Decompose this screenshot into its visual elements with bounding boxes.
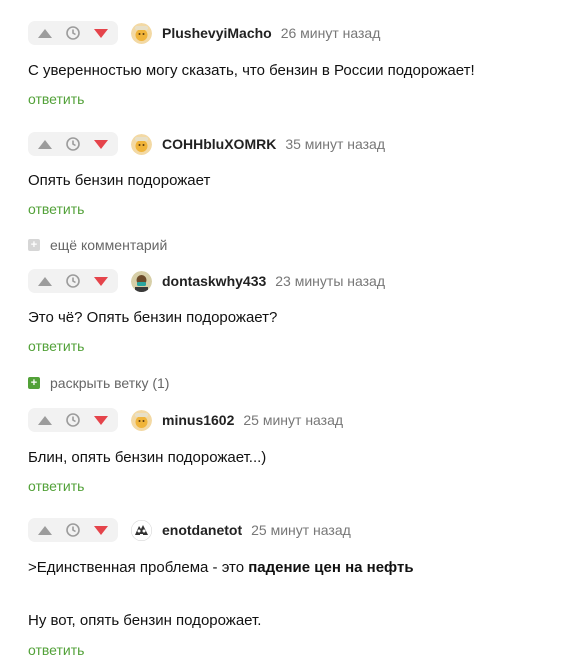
avatar[interactable] xyxy=(131,22,152,44)
upvote-icon[interactable] xyxy=(38,28,52,38)
comment-text: Опять бензин подорожает xyxy=(28,172,211,189)
comment-author[interactable]: enotdanetot xyxy=(162,522,242,538)
expand-thread-label: раскрыть ветку (1) xyxy=(50,375,170,391)
save-clock-icon[interactable] xyxy=(65,25,81,41)
save-clock-icon[interactable] xyxy=(65,136,81,152)
avatar[interactable] xyxy=(131,519,152,541)
vote-bar xyxy=(28,269,118,293)
avatar[interactable] xyxy=(131,409,152,431)
comment-author[interactable]: COHHbluXOMRK xyxy=(162,136,276,152)
vote-bar xyxy=(28,518,118,542)
comment-header: dontaskwhy433 23 минуты назад xyxy=(28,269,385,293)
comment-text: Блин, опять бензин подорожает...) xyxy=(28,449,267,466)
quote-prefix: >Единственная проблема - это xyxy=(28,559,249,576)
avatar[interactable] xyxy=(131,133,152,155)
plus-icon: + xyxy=(28,239,40,251)
upvote-icon[interactable] xyxy=(38,139,52,149)
downvote-icon[interactable] xyxy=(94,276,108,286)
comment-text: Это чё? Опять бензин подорожает? xyxy=(28,309,278,326)
comment-header: minus1602 25 минут назад xyxy=(28,408,343,432)
comment-text: С уверенностью могу сказать, что бензин … xyxy=(28,62,475,79)
upvote-icon[interactable] xyxy=(38,525,52,535)
save-clock-icon[interactable] xyxy=(65,522,81,538)
reply-link[interactable]: ответить xyxy=(28,642,84,658)
reply-link[interactable]: ответить xyxy=(28,201,84,217)
upvote-icon[interactable] xyxy=(38,276,52,286)
quote-bold: падение цен на нефть xyxy=(248,559,414,576)
comment-time[interactable]: 23 минуты назад xyxy=(275,273,385,289)
more-comments-button[interactable]: + ещё комментарий xyxy=(28,237,167,253)
comment-quote-line: >Единственная проблема - это падение цен… xyxy=(28,559,414,576)
comment-time[interactable]: 25 минут назад xyxy=(251,522,351,538)
comment-author[interactable]: PlushevyiMacho xyxy=(162,25,272,41)
comment-time[interactable]: 26 минут назад xyxy=(281,25,381,41)
avatar[interactable] xyxy=(131,270,152,292)
comment-time[interactable]: 35 минут назад xyxy=(285,136,385,152)
plus-icon: + xyxy=(28,377,40,389)
upvote-icon[interactable] xyxy=(38,415,52,425)
comment-author[interactable]: minus1602 xyxy=(162,412,234,428)
downvote-icon[interactable] xyxy=(94,139,108,149)
vote-bar xyxy=(28,132,118,156)
comment-text: Ну вот, опять бензин подорожает. xyxy=(28,612,262,629)
more-comments-label: ещё комментарий xyxy=(50,237,168,253)
reply-link[interactable]: ответить xyxy=(28,478,84,494)
vote-bar xyxy=(28,21,118,45)
downvote-icon[interactable] xyxy=(94,525,108,535)
downvote-icon[interactable] xyxy=(94,415,108,425)
comment-author[interactable]: dontaskwhy433 xyxy=(162,273,266,289)
comment-time[interactable]: 25 минут назад xyxy=(243,412,343,428)
comment-header: COHHbluXOMRK 35 минут назад xyxy=(28,132,385,156)
comment-header: enotdanetot 25 минут назад xyxy=(28,518,351,542)
save-clock-icon[interactable] xyxy=(65,412,81,428)
reply-link[interactable]: ответить xyxy=(28,91,84,107)
reply-link[interactable]: ответить xyxy=(28,338,84,354)
downvote-icon[interactable] xyxy=(94,28,108,38)
save-clock-icon[interactable] xyxy=(65,273,81,289)
expand-thread-button[interactable]: + раскрыть ветку (1) xyxy=(28,375,169,391)
comment-header: PlushevyiMacho 26 минут назад xyxy=(28,21,380,45)
vote-bar xyxy=(28,408,118,432)
